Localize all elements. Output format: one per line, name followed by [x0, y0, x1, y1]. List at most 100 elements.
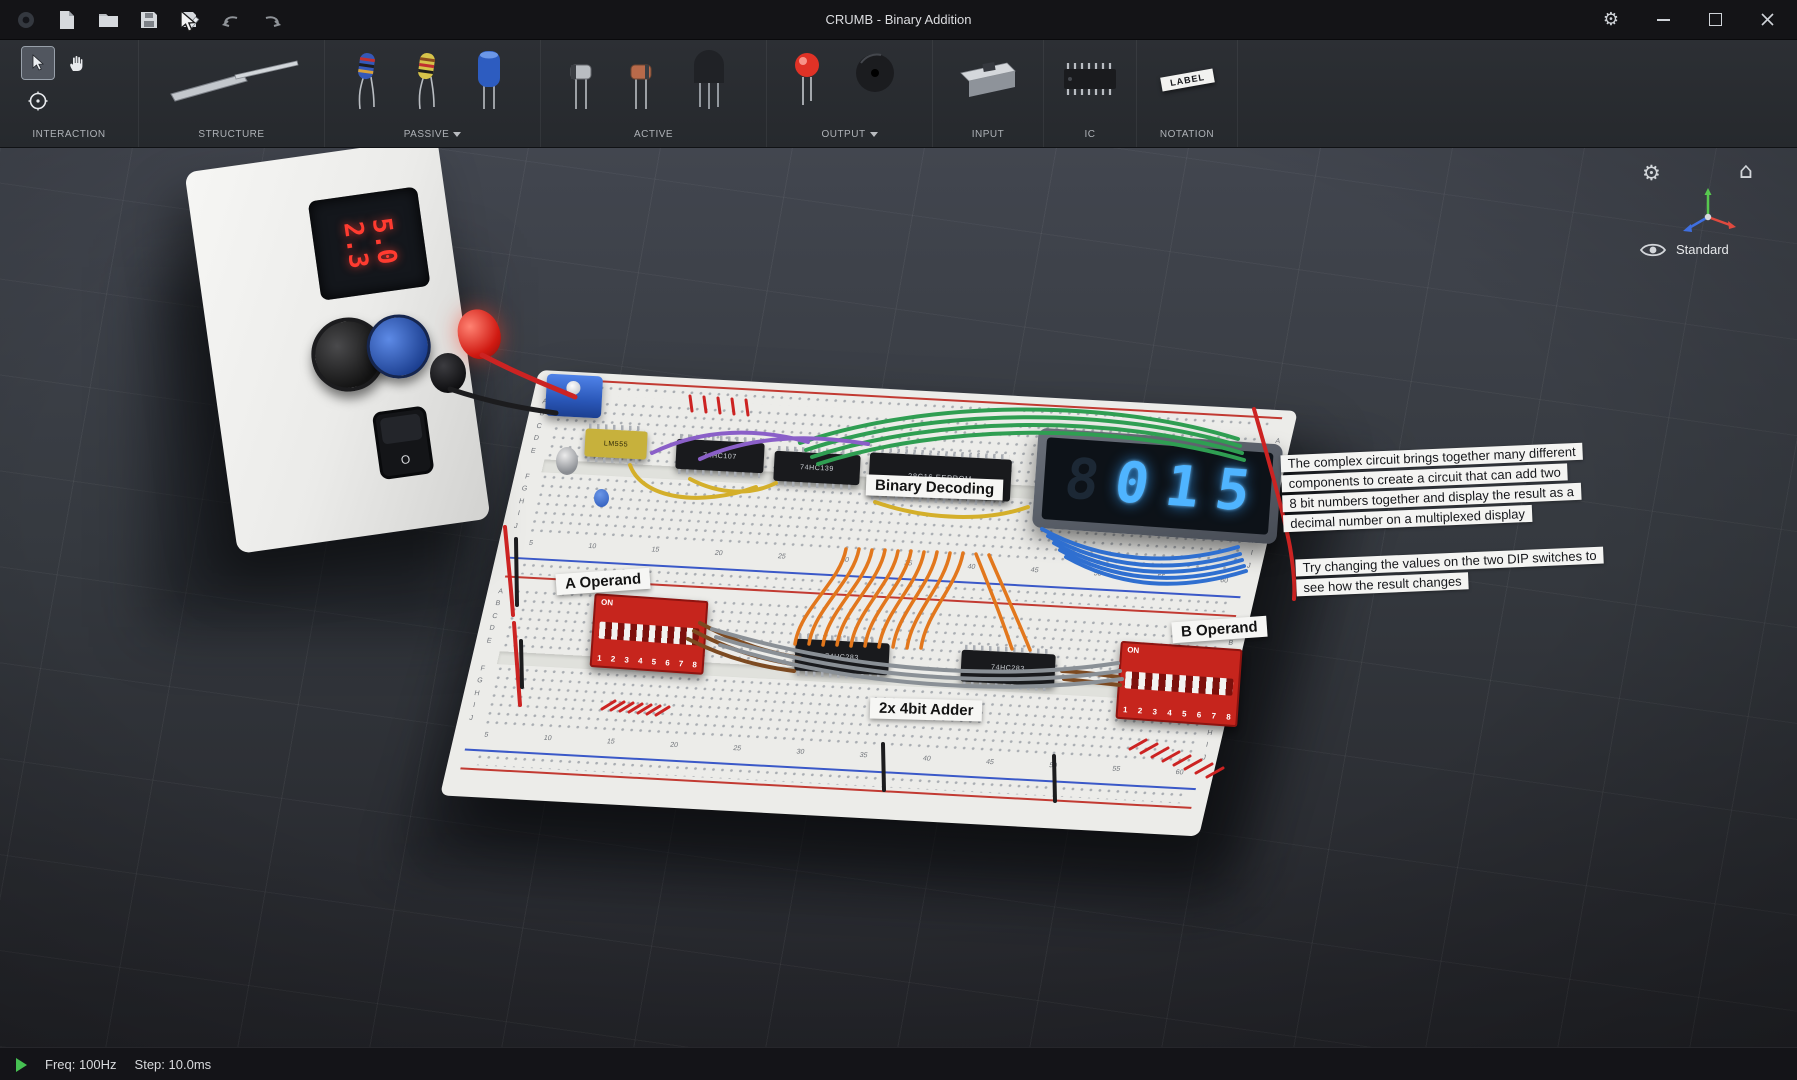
dip-number: 6: [1196, 711, 1201, 719]
row-letter: H: [470, 688, 483, 701]
settings-button[interactable]: ⚙: [1599, 8, 1623, 32]
row-letter: I: [1200, 740, 1213, 753]
toolbar-spacer: [1238, 39, 1797, 147]
psu-power-switch[interactable]: O: [372, 405, 435, 480]
minimize-button[interactable]: [1651, 8, 1675, 32]
dip-number: 5: [651, 658, 656, 666]
resistor-yellow-icon[interactable]: [417, 52, 435, 109]
ceramic-capacitor[interactable]: [594, 489, 609, 507]
label-adder[interactable]: 2x 4bit Adder: [870, 698, 983, 722]
ic-adder-1[interactable]: 74HC283: [794, 639, 890, 676]
row-letter: E: [483, 635, 496, 648]
viewport-home-button[interactable]: ⌂: [1739, 161, 1753, 183]
dip-a-on-label: ON: [601, 599, 701, 614]
column-number: 10: [588, 543, 597, 550]
dip-b-on-label: ON: [1127, 646, 1235, 662]
dip-switch-a[interactable]: ON 12345678: [590, 593, 709, 675]
dip-a-numbers: 12345678: [597, 654, 697, 669]
psu-current-readout: 2.3: [338, 220, 373, 270]
dip-switch-b[interactable]: ON 12345678: [1115, 641, 1242, 727]
note-line: Try changing the values on the two DIP s…: [1295, 547, 1604, 577]
input-group-label: INPUT: [972, 129, 1005, 140]
black-banana-plug[interactable]: [430, 353, 466, 393]
annotation-note-2[interactable]: Try changing the values on the two DIP s…: [1295, 547, 1605, 600]
close-button[interactable]: [1755, 8, 1779, 32]
row-letter: A: [494, 586, 507, 599]
new-file-button[interactable]: [55, 8, 79, 32]
dip-chip-icon[interactable]: [1064, 63, 1116, 95]
switch-icon[interactable]: [961, 62, 1015, 97]
select-tool-button[interactable]: [22, 47, 54, 79]
dip-b-sliders[interactable]: [1125, 671, 1234, 695]
row-letter: G: [518, 484, 531, 497]
row-letter: I: [1245, 548, 1258, 561]
ic-counter[interactable]: 74HC107: [675, 439, 764, 474]
dip-number: 7: [679, 660, 684, 668]
pan-tool-button[interactable]: [60, 47, 92, 79]
ic-adder-1-label: 74HC283: [825, 653, 859, 662]
maximize-button[interactable]: [1703, 8, 1727, 32]
column-number: 55: [1156, 574, 1165, 581]
eye-icon: [1640, 241, 1666, 259]
row-letter: J: [509, 520, 522, 533]
seven-segment-digit: 5: [1212, 462, 1254, 520]
led-icon[interactable]: [795, 53, 819, 105]
toolbar-group-output: OUTPUT: [767, 39, 933, 147]
column-number: 40: [967, 563, 976, 570]
redo-button[interactable]: [260, 8, 284, 32]
scene-viewport[interactable]: 51015202530354045505560 5101520253035404…: [0, 147, 1797, 1047]
seven-segment-display[interactable]: 8 0 1 5: [1032, 428, 1283, 545]
diode-icon[interactable]: [571, 65, 591, 109]
annotation-note-1[interactable]: The complex circuit brings together many…: [1280, 443, 1585, 536]
transistor-icon[interactable]: [694, 50, 724, 109]
camera-preset-label[interactable]: Standard: [1676, 242, 1729, 257]
passive-dropdown-caret[interactable]: [453, 132, 461, 137]
open-file-button[interactable]: [96, 8, 120, 32]
seven-segment-ghost-digit: 8: [1061, 452, 1103, 510]
viewport-settings-button[interactable]: ⚙: [1642, 163, 1661, 185]
save-as-button[interactable]: [178, 8, 202, 32]
dip-number: 4: [1167, 709, 1172, 717]
ic-adder-2[interactable]: 74HC283: [960, 650, 1056, 687]
column-number: 15: [606, 738, 615, 745]
interaction-group-label: INTERACTION: [32, 129, 105, 140]
hand-icon: [66, 53, 86, 73]
save-button[interactable]: [137, 8, 161, 32]
potentiometer[interactable]: [545, 374, 603, 419]
app-logo[interactable]: [14, 8, 38, 32]
play-button[interactable]: [16, 1058, 27, 1072]
row-letter: E: [527, 445, 540, 458]
output-dropdown-caret[interactable]: [870, 132, 878, 137]
statusbar: Freq: 100Hz Step: 10.0ms: [0, 1047, 1797, 1080]
psu-display-digits: 5.0 2.3: [338, 216, 401, 270]
resistor-blue-icon[interactable]: [357, 52, 375, 109]
column-number: 5: [528, 540, 534, 547]
rod-icon[interactable]: [235, 61, 298, 79]
dip-b-numbers: 12345678: [1123, 706, 1231, 722]
undo-icon: [221, 12, 241, 28]
electrolytic-capacitor[interactable]: [556, 447, 578, 475]
dip-number: 4: [638, 657, 643, 665]
buzzer-icon[interactable]: [856, 54, 894, 92]
input-icons: [943, 43, 1033, 117]
label-tool-icon[interactable]: LABEL: [1160, 69, 1215, 92]
ic-decoder[interactable]: 74HC139: [773, 451, 860, 485]
ic-timer[interactable]: LM555: [584, 428, 647, 459]
dip-a-sliders[interactable]: [599, 621, 700, 645]
capacitor-icon[interactable]: [478, 51, 500, 109]
titlebar-right-icons: ⚙: [1599, 0, 1787, 39]
column-number: 20: [714, 550, 723, 557]
undo-button[interactable]: [219, 8, 243, 32]
row-letter: F: [476, 663, 489, 676]
column-number: 60: [1219, 577, 1228, 584]
toolbar-group-passive: PASSIVE: [325, 39, 541, 147]
probe-tool-button[interactable]: [22, 85, 54, 117]
column-number: 10: [543, 735, 552, 742]
ic-adder-2-label: 74HC283: [991, 664, 1025, 673]
diode-red-icon[interactable]: [631, 65, 651, 109]
view-visibility-button[interactable]: [1640, 241, 1666, 264]
power-supply[interactable]: 5.0 2.3 O: [184, 147, 490, 554]
row-letter: H: [1203, 727, 1216, 740]
row-letter: G: [473, 675, 486, 688]
row-letter: D: [530, 433, 543, 446]
